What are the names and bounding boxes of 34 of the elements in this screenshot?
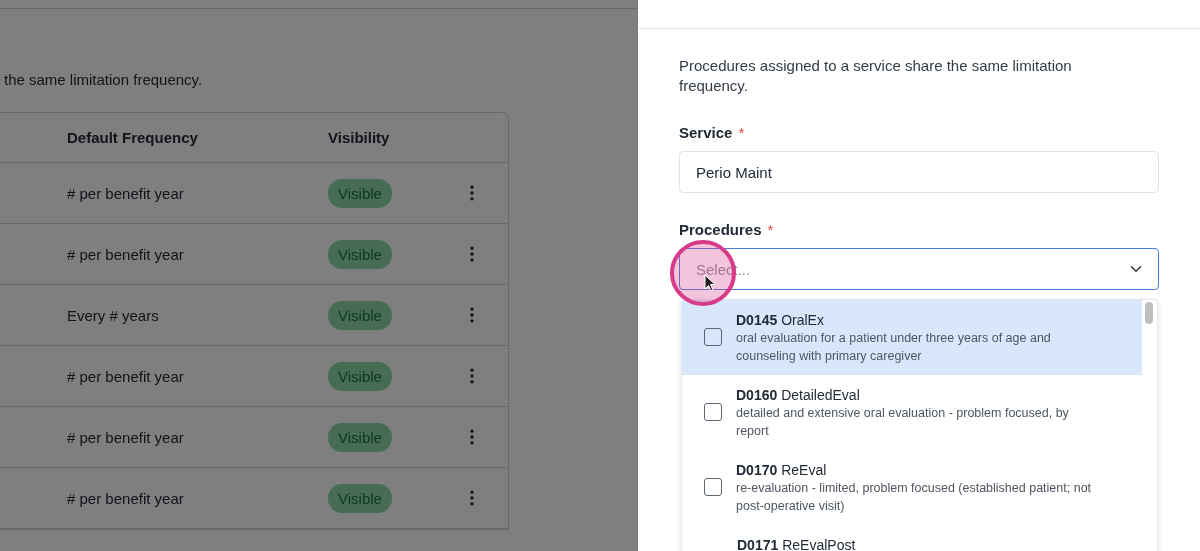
- status-badge: Visible: [328, 178, 392, 208]
- option-title: D0145 OralEx: [736, 311, 825, 329]
- option-description: detailed and extensive oral evaluation - problem focused, by report: [736, 405, 1070, 440]
- status-badge: Visible: [328, 361, 392, 391]
- required-mark: *: [738, 124, 745, 141]
- table-cell-text: # per benefit year: [67, 428, 185, 446]
- status-badge: Visible: [328, 483, 392, 513]
- column-header: Visibility: [328, 129, 391, 146]
- scrollbar-thumb[interactable]: [1145, 302, 1153, 324]
- option-description: oral evaluation for a patient under three years of age and counseling with primary caregiver: [736, 330, 1052, 365]
- option-description: re-evaluation - limited, problem focused (established patient; not post-operative visit): [736, 480, 1093, 515]
- service-field[interactable]: Perio Maint: [679, 151, 1159, 193]
- cursor-icon: [704, 274, 716, 292]
- table-cell-text: # per benefit year: [67, 245, 185, 263]
- checkbox[interactable]: [704, 328, 722, 346]
- description-text: the same limitation frequency.: [3, 70, 204, 90]
- checkbox[interactable]: [704, 478, 722, 496]
- status-badge: Visible: [328, 239, 392, 269]
- required-mark: *: [767, 221, 774, 238]
- column-header: Default Frequency: [67, 129, 199, 146]
- table-cell-text: Every # years: [67, 306, 160, 324]
- dropdown-option[interactable]: D0145 OralEx oral evaluation for a patient under three years of age and counseling with primary caregiver: [682, 300, 1142, 375]
- status-badge: Visible: [328, 422, 392, 452]
- table-cell-text: # per benefit year: [67, 367, 185, 385]
- field-label: Service: [679, 124, 733, 141]
- field-label: Procedures: [679, 221, 762, 238]
- checkbox[interactable]: [704, 403, 722, 421]
- option-title: D0170 ReEval: [736, 461, 828, 479]
- option-title: D0160 DetailedEval: [736, 386, 861, 404]
- table-cell-text: # per benefit year: [67, 184, 185, 202]
- description-text: Procedures assigned to a service share the same limitation frequency.: [679, 56, 1073, 96]
- status-badge: Visible: [328, 300, 392, 330]
- option-title: D0171 ReEvalPost: [737, 536, 856, 551]
- table-cell-text: # per benefit year: [67, 489, 185, 507]
